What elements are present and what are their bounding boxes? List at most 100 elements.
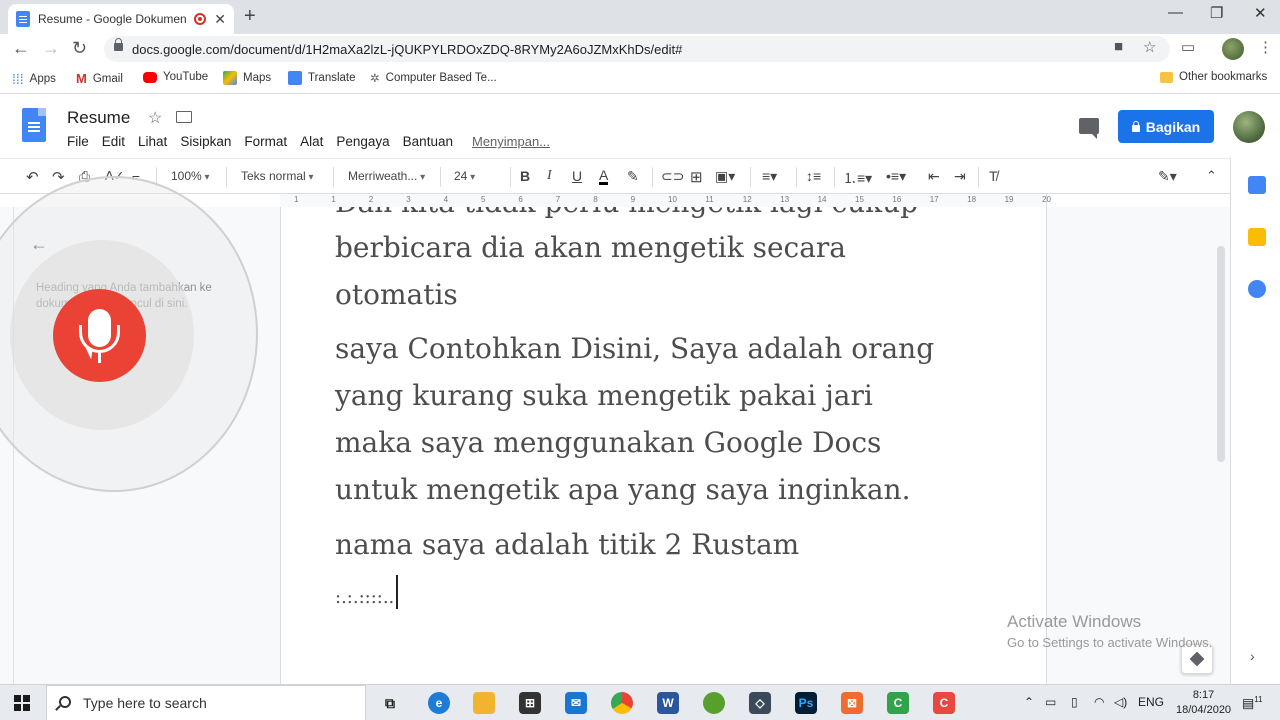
menu-file[interactable]: File [67, 134, 89, 149]
menu-addons[interactable]: Pengaya [336, 134, 389, 149]
font-select[interactable]: Merriweath... [348, 169, 425, 183]
toolbar-divider [750, 167, 751, 187]
gmail-icon: M [76, 71, 87, 86]
align-icon[interactable]: ≡▾ [762, 168, 777, 185]
bookmark-star-icon[interactable]: ☆ [1143, 38, 1156, 56]
collapse-menu-icon[interactable]: ⌃ [1206, 168, 1217, 184]
maximize-icon[interactable]: ❐ [1210, 4, 1223, 22]
browser-tab[interactable]: Resume - Google Dokumen ✕ [8, 4, 234, 34]
new-tab-button[interactable]: + [244, 5, 256, 28]
address-bar[interactable]: docs.google.com/document/d/1H2maXa2lzL-j… [104, 36, 1170, 62]
comments-icon[interactable] [1079, 118, 1099, 139]
app-green-icon[interactable] [703, 692, 725, 714]
star-icon[interactable]: ☆ [148, 108, 162, 128]
volume-icon[interactable]: ◁) [1114, 695, 1127, 709]
account-avatar[interactable] [1233, 111, 1265, 143]
highlight-icon[interactable]: ✎ [627, 168, 639, 185]
profile-avatar[interactable] [1222, 38, 1244, 60]
file-explorer-icon[interactable] [473, 692, 495, 714]
bookmark-computer-based-test[interactable]: ✲ Computer Based Te... [370, 71, 497, 85]
menu-help[interactable]: Bantuan [403, 134, 453, 149]
numbered-list-icon[interactable]: ⒈≡▾ [843, 168, 872, 188]
redo-icon[interactable]: ↷ [52, 168, 65, 186]
word-icon[interactable]: W [657, 692, 679, 714]
edge-icon[interactable]: e [428, 692, 450, 714]
other-bookmarks[interactable]: Other bookmarks [1160, 71, 1267, 83]
ruler-label: 8 [593, 195, 598, 204]
mail-icon[interactable]: ✉ [565, 692, 587, 714]
menu-insert[interactable]: Sisipkan [180, 134, 231, 149]
cast-icon[interactable]: ▭ [1181, 38, 1195, 56]
ruler-label: 1 [331, 195, 336, 204]
chrome-icon[interactable] [611, 692, 633, 714]
taskbar-search-input[interactable]: Type here to search [46, 685, 366, 720]
clear-formatting-icon[interactable]: T̸ [989, 168, 998, 184]
close-window-icon[interactable]: ✕ [1254, 4, 1267, 22]
wifi-icon[interactable]: ◠ [1094, 695, 1104, 709]
voice-typing-mic-button[interactable] [53, 289, 146, 382]
app-cube-icon[interactable]: ◇ [749, 692, 771, 714]
battery-icon[interactable]: ▯ [1071, 695, 1078, 709]
tasks-icon[interactable] [1248, 280, 1266, 298]
bulleted-list-icon[interactable]: •≡▾ [886, 168, 906, 185]
share-button[interactable]: Bagikan [1118, 110, 1214, 143]
insert-comment-icon[interactable]: ⊞ [690, 168, 703, 186]
camera-icon[interactable]: ■ [1114, 38, 1123, 55]
chrome-menu-icon[interactable]: ⋮ [1258, 38, 1273, 56]
taskbar-clock[interactable]: 8:17 18/04/2020 [1176, 688, 1231, 718]
toolbar-divider [440, 167, 441, 187]
app-orange-icon[interactable]: ⊠ [841, 692, 863, 714]
bookmark-gmail[interactable]: M Gmail [76, 71, 123, 86]
insert-image-icon[interactable]: ▣▾ [715, 168, 735, 185]
keep-icon[interactable] [1248, 228, 1266, 246]
windows-start-icon[interactable] [14, 695, 30, 711]
underline-button[interactable]: U [572, 168, 582, 184]
network-icon[interactable]: ▭ [1045, 695, 1056, 709]
bold-button[interactable]: B [520, 168, 530, 184]
document-title[interactable]: Resume [67, 108, 130, 128]
language-indicator[interactable]: ENG [1138, 695, 1164, 709]
notification-center-icon[interactable]: ▤11 [1242, 695, 1263, 711]
decrease-indent-icon[interactable]: ⇤ [928, 168, 940, 185]
line-spacing-icon[interactable]: ↕≡ [806, 168, 821, 184]
calendar-icon[interactable] [1248, 176, 1266, 194]
menu-edit[interactable]: Edit [102, 134, 125, 149]
store-icon[interactable]: ⊞ [519, 692, 541, 714]
document-page[interactable]: Dan kita tidak perlu mengetik lagi cukup… [280, 194, 1047, 684]
document-line: yang kurang suka mengetik pakai jari [335, 379, 873, 412]
task-view-icon[interactable]: ⧉ [379, 692, 401, 714]
increase-indent-icon[interactable]: ⇥ [954, 168, 966, 185]
zoom-select[interactable]: 100% [171, 169, 210, 183]
back-arrow-icon[interactable]: ← [12, 38, 30, 59]
docs-logo-icon[interactable] [22, 108, 46, 142]
tab-close-icon[interactable]: ✕ [214, 11, 226, 28]
vertical-scrollbar[interactable] [1217, 246, 1225, 462]
camtasia-red-icon[interactable]: C [933, 692, 955, 714]
reload-icon[interactable]: ↻ [72, 38, 87, 59]
bookmark-apps[interactable]: ⁞⁞⁞ Apps [12, 71, 56, 87]
style-select[interactable]: Teks normal [241, 169, 314, 183]
forward-arrow-icon[interactable]: → [42, 38, 60, 59]
menu-view[interactable]: Lihat [138, 134, 167, 149]
bookmark-translate[interactable]: Translate [288, 71, 356, 85]
editing-mode-icon[interactable]: ✎▾ [1158, 168, 1177, 185]
bookmark-youtube[interactable]: YouTube [143, 71, 208, 83]
italic-button[interactable]: I [547, 168, 552, 184]
link-icon[interactable]: ⊂⊃ [661, 168, 684, 185]
windows-taskbar: Type here to search ⧉ e ⊞ ✉ W ◇ Ps ⊠ C C… [0, 684, 1280, 720]
tab-title: Resume - Google Dokumen [38, 12, 187, 26]
menu-format[interactable]: Format [244, 134, 287, 149]
photoshop-icon[interactable]: Ps [795, 692, 817, 714]
move-folder-icon[interactable] [176, 111, 192, 123]
saving-status[interactable]: Menyimpan... [472, 134, 550, 149]
expand-panel-icon[interactable]: › [1250, 648, 1255, 664]
text-color-button[interactable]: A [599, 168, 609, 185]
camtasia-green-icon[interactable]: C [887, 692, 909, 714]
undo-icon[interactable]: ↶ [26, 168, 39, 186]
toolbar-divider [652, 167, 653, 187]
menu-tools[interactable]: Alat [300, 134, 323, 149]
minimize-icon[interactable]: — [1168, 4, 1183, 21]
bookmark-maps[interactable]: Maps [223, 71, 271, 85]
font-size-select[interactable]: 24 [454, 169, 502, 183]
show-hidden-icons[interactable]: ⌃ [1024, 695, 1034, 709]
